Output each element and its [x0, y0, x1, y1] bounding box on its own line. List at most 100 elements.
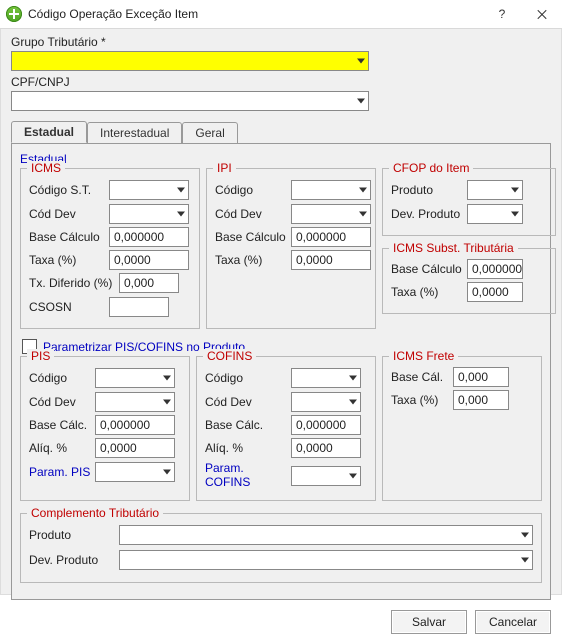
icms-frete-legend: ICMS Frete — [389, 349, 458, 363]
icms-codigo-st-label: Código S.T. — [29, 183, 109, 197]
cofins-legend: COFINS — [203, 349, 256, 363]
chevron-down-icon — [349, 473, 357, 478]
chevron-down-icon — [163, 470, 171, 475]
chevron-down-icon — [349, 400, 357, 405]
icms-cod-dev-label: Cód Dev — [29, 207, 109, 221]
icms-base-calc-input[interactable]: 0,000000 — [109, 227, 189, 247]
ipi-taxa-label: Taxa (%) — [215, 253, 291, 267]
pis-cod-dev-select[interactable] — [95, 392, 175, 412]
tab-geral[interactable]: Geral — [182, 122, 237, 143]
chevron-down-icon — [163, 400, 171, 405]
pis-aliq-input[interactable]: 0,0000 — [95, 438, 175, 458]
cofins-cod-dev-label: Cód Dev — [205, 395, 291, 409]
ipi-codigo-label: Código — [215, 183, 291, 197]
frete-taxa-input[interactable]: 0,000 — [453, 390, 509, 410]
icms-codigo-st-select[interactable] — [109, 180, 189, 200]
pis-codigo-select[interactable] — [95, 368, 175, 388]
tab-estadual[interactable]: Estadual — [11, 121, 87, 143]
icms-csosn-label: CSOSN — [29, 300, 109, 314]
cofins-aliq-label: Alíq. % — [205, 441, 291, 455]
ipi-legend: IPI — [213, 161, 236, 175]
complemento-dev-produto-label: Dev. Produto — [29, 553, 119, 567]
grupo-tributario-select[interactable] — [11, 51, 369, 71]
ipi-codigo-select[interactable] — [291, 180, 371, 200]
chevron-down-icon — [357, 59, 365, 64]
cofins-param-label: Param. COFINS — [205, 461, 291, 489]
icms-st-base-calc-label: Base Cálculo — [391, 262, 467, 276]
cofins-codigo-select[interactable] — [291, 368, 361, 388]
chevron-down-icon — [511, 188, 519, 193]
cpf-cnpj-label: CPF/CNPJ — [11, 75, 551, 89]
cofins-base-calc-label: Base Cálc. — [205, 418, 291, 432]
tab-strip: Estadual Interestadual Geral — [11, 121, 551, 144]
icms-st-taxa-input[interactable]: 0,0000 — [467, 282, 523, 302]
chevron-down-icon — [511, 212, 519, 217]
frete-taxa-label: Taxa (%) — [391, 393, 453, 407]
close-button[interactable] — [522, 0, 562, 28]
ipi-base-calc-input[interactable]: 0,000000 — [291, 227, 371, 247]
chevron-down-icon — [163, 376, 171, 381]
icms-st-legend: ICMS Subst. Tributária — [389, 241, 518, 255]
complemento-legend: Complemento Tributário — [27, 506, 163, 520]
cofins-param-select[interactable] — [291, 466, 361, 486]
cofins-group: COFINS Código Cód Dev Base Cálc. 0,00000… — [196, 356, 376, 501]
window-title: Código Operação Exceção Item — [28, 7, 482, 21]
cfop-group: CFOP do Item Produto Dev. Produto — [382, 168, 556, 236]
pis-param-label: Param. PIS — [29, 465, 95, 479]
pis-aliq-label: Alíq. % — [29, 441, 95, 455]
ipi-taxa-input[interactable]: 0,0000 — [291, 250, 371, 270]
cofins-cod-dev-select[interactable] — [291, 392, 361, 412]
chevron-down-icon — [177, 212, 185, 217]
pis-cod-dev-label: Cód Dev — [29, 395, 95, 409]
salvar-button[interactable]: Salvar — [391, 610, 467, 634]
icms-taxa-input[interactable]: 0,0000 — [109, 250, 189, 270]
grupo-tributario-label: Grupo Tributário * — [11, 35, 551, 49]
chevron-down-icon — [521, 558, 529, 563]
pis-base-calc-input[interactable]: 0,000000 — [95, 415, 175, 435]
icms-cod-dev-select[interactable] — [109, 204, 189, 224]
pis-legend: PIS — [27, 349, 54, 363]
cofins-aliq-input[interactable]: 0,0000 — [291, 438, 361, 458]
icms-st-base-calc-input[interactable]: 0,000000 — [467, 259, 523, 279]
cfop-produto-select[interactable] — [467, 180, 523, 200]
icms-tx-diferido-label: Tx. Diferido (%) — [29, 276, 119, 290]
icms-taxa-label: Taxa (%) — [29, 253, 109, 267]
icms-frete-group: ICMS Frete Base Cál. 0,000 Taxa (%) 0,00… — [382, 356, 542, 501]
pis-group: PIS Código Cód Dev Base Cálc. 0,000000 A… — [20, 356, 190, 501]
titlebar: Código Operação Exceção Item ? — [0, 0, 562, 29]
cancelar-button[interactable]: Cancelar — [475, 610, 551, 634]
cofins-codigo-label: Código — [205, 371, 291, 385]
icms-st-taxa-label: Taxa (%) — [391, 285, 467, 299]
chevron-down-icon — [359, 212, 367, 217]
ipi-base-calc-label: Base Cálculo — [215, 230, 291, 244]
cfop-legend: CFOP do Item — [389, 161, 473, 175]
frete-base-cal-label: Base Cál. — [391, 370, 453, 384]
help-button[interactable]: ? — [482, 0, 522, 28]
cofins-base-calc-input[interactable]: 0,000000 — [291, 415, 361, 435]
icms-st-group: ICMS Subst. Tributária Base Cálculo 0,00… — [382, 248, 556, 314]
chevron-down-icon — [357, 99, 365, 104]
cfop-produto-label: Produto — [391, 183, 467, 197]
chevron-down-icon — [177, 188, 185, 193]
frete-base-cal-input[interactable]: 0,000 — [453, 367, 509, 387]
complemento-produto-label: Produto — [29, 528, 119, 542]
cpf-cnpj-select[interactable] — [11, 91, 369, 111]
icms-legend: ICMS — [27, 161, 65, 175]
tab-sheet: Estadual ICMS Código S.T. Cód Dev Base C… — [11, 143, 551, 600]
complemento-group: Complemento Tributário Produto Dev. Prod… — [20, 513, 542, 583]
icms-base-calc-label: Base Cálculo — [29, 230, 109, 244]
pis-base-calc-label: Base Cálc. — [29, 418, 95, 432]
chevron-down-icon — [521, 533, 529, 538]
ipi-cod-dev-select[interactable] — [291, 204, 371, 224]
complemento-dev-produto-select[interactable] — [119, 550, 533, 570]
complemento-produto-select[interactable] — [119, 525, 533, 545]
ipi-cod-dev-label: Cód Dev — [215, 207, 291, 221]
icms-tx-diferido-input[interactable]: 0,000 — [119, 273, 179, 293]
chevron-down-icon — [359, 188, 367, 193]
param-piscofins-row: Parametrizar PIS/COFINS no Produto — [22, 339, 542, 354]
pis-param-select[interactable] — [95, 462, 175, 482]
plus-icon — [6, 6, 22, 22]
icms-csosn-input[interactable] — [109, 297, 169, 317]
cfop-dev-produto-select[interactable] — [467, 204, 523, 224]
tab-interestadual[interactable]: Interestadual — [87, 122, 182, 143]
